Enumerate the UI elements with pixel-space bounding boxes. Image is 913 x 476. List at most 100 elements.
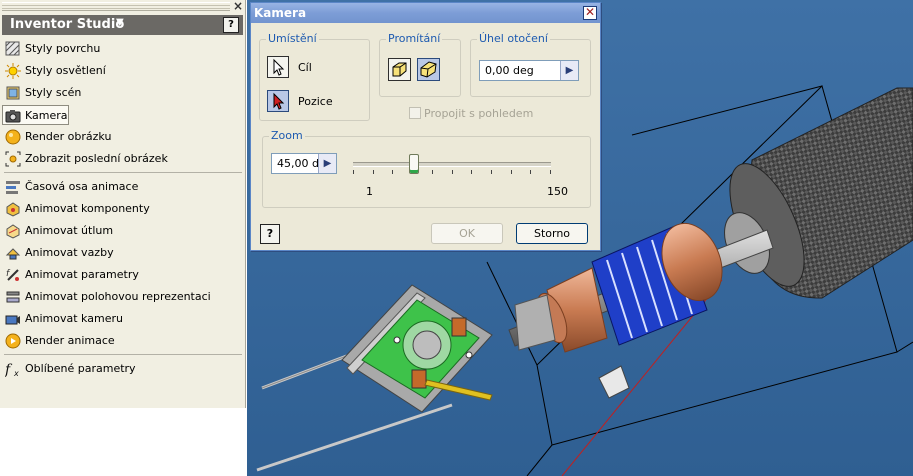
orthographic-button[interactable] <box>388 58 411 81</box>
panel-item-label: Animovat útlum <box>25 224 114 237</box>
scene-style-icon <box>5 85 21 100</box>
favorite-parameters-icon: fx <box>4 361 21 378</box>
panel-item-lighting-style[interactable]: Styly osvětlení <box>0 60 244 80</box>
panel-item-label: Render obrázku <box>25 130 112 143</box>
zoom-slider-track[interactable] <box>353 162 551 167</box>
panel-item-label: Animovat vazby <box>25 246 114 259</box>
zoom-max-label: 150 <box>547 185 568 198</box>
position-button[interactable] <box>267 90 289 112</box>
zoom-tick <box>353 170 354 174</box>
panel-item-label: Styly scén <box>25 86 82 99</box>
panel-item-label: Styly osvětlení <box>25 64 106 77</box>
placement-group-label: Umístění <box>266 32 319 45</box>
rotation-group-label: Úhel otočení <box>477 32 550 45</box>
panel-item-label: Kamera <box>25 109 68 122</box>
animate-components-icon <box>5 201 21 217</box>
zoom-value: 45,00 d <box>277 157 319 170</box>
panel-item-label: Animovat komponenty <box>25 202 150 215</box>
lighting-style-icon <box>5 63 21 79</box>
surface-style-icon <box>5 41 21 56</box>
panel-item-label: Zobrazit poslední obrázek <box>25 152 168 165</box>
dialog-close-icon[interactable]: ✕ <box>583 6 597 20</box>
panel-item-label: Styly povrchu <box>25 42 101 55</box>
animate-positional-rep-icon <box>5 289 21 304</box>
zoom-tick <box>392 170 394 174</box>
zoom-tick <box>471 170 473 174</box>
show-last-image-icon <box>5 151 21 167</box>
panel-item-favorite-parameters[interactable]: f x Oblíbené parametry <box>0 358 244 378</box>
link-view-label: Propojit s pohledem <box>424 107 534 120</box>
ok-button[interactable]: OK <box>431 223 503 244</box>
panel-grip[interactable] <box>2 2 230 11</box>
orthographic-cube-icon <box>392 62 407 77</box>
zoom-tick <box>431 170 433 174</box>
zoom-min-label: 1 <box>366 185 373 198</box>
perspective-button[interactable] <box>417 58 440 81</box>
zoom-arrow-icon[interactable]: ▶ <box>318 154 336 173</box>
zoom-tick <box>490 170 492 174</box>
panel-item-label: Časová osa animace <box>25 180 139 193</box>
camera-dialog: Kamera ✕ Umístění Cíl Pozice Promítání Ú… <box>250 2 601 251</box>
rotation-input[interactable]: 0,00 deg ▶ <box>479 60 579 81</box>
animate-parameters-icon: f <box>5 267 21 282</box>
placement-group: Umístění Cíl Pozice <box>259 32 370 121</box>
render-image-icon <box>5 129 21 145</box>
projection-group: Promítání <box>379 32 461 97</box>
dialog-title: Kamera <box>254 6 307 20</box>
svg-text:x: x <box>13 369 19 377</box>
zoom-group: Zoom 45,00 d ▶ 1 150 <box>262 129 591 208</box>
panel-separator <box>4 354 242 355</box>
camera-icon <box>5 108 21 123</box>
panel-item-animation-timeline[interactable]: Časová osa animace <box>0 176 244 196</box>
panel-item-render-image[interactable]: Render obrázku <box>0 126 244 146</box>
rotation-arrow-icon[interactable]: ▶ <box>560 61 578 80</box>
zoom-input[interactable]: 45,00 d ▶ <box>271 153 337 174</box>
projection-group-label: Promítání <box>386 32 443 45</box>
position-label: Pozice <box>298 95 333 108</box>
animation-timeline-icon <box>5 179 21 194</box>
perspective-cube-icon <box>420 61 437 78</box>
pointer-red-icon <box>273 92 285 110</box>
end-plate <box>256 284 493 472</box>
dialog-titlebar[interactable]: Kamera ✕ <box>251 3 600 23</box>
rotation-value: 0,00 deg <box>485 64 534 77</box>
render-animation-icon <box>5 333 21 349</box>
zoom-group-label: Zoom <box>269 129 305 142</box>
zoom-slider-ticks <box>353 170 551 175</box>
panel-close-icon[interactable]: × <box>233 0 243 13</box>
panel-item-label: Animovat polohovou reprezentaci <box>25 290 211 303</box>
panel-item-show-last-image[interactable]: Zobrazit poslední obrázek <box>0 148 244 168</box>
panel-item-camera[interactable]: Kamera <box>0 105 244 125</box>
panel-item-animate-positional-rep[interactable]: Animovat polohovou reprezentaci <box>0 286 244 306</box>
panel-item-animate-camera[interactable]: Animovat kameru <box>0 308 244 328</box>
panel-item-label: Render animace <box>25 334 115 347</box>
panel-dropdown-icon[interactable]: ▼ <box>116 17 124 28</box>
panel-item-animate-constraints[interactable]: Animovat vazby <box>0 242 244 262</box>
zoom-tick <box>451 170 453 174</box>
animate-constraints-icon <box>5 245 21 260</box>
panel-item-animate-parameters[interactable]: f Animovat parametry <box>0 264 244 284</box>
svg-text:f: f <box>5 362 13 377</box>
panel-item-label: Animovat kameru <box>25 312 123 325</box>
panel-item-render-animation[interactable]: Render animace <box>0 330 244 350</box>
panel-item-surface-style[interactable]: Styly povrchu <box>0 38 244 58</box>
zoom-tick <box>372 170 374 174</box>
panel-separator <box>4 172 242 173</box>
rotation-group: Úhel otočení 0,00 deg ▶ <box>470 32 591 97</box>
dialog-help-icon[interactable]: ? <box>260 224 280 244</box>
target-label: Cíl <box>298 61 312 74</box>
panel-header[interactable]: Inventor Studio ▼ ? <box>2 15 243 35</box>
panel-item-animate-fade[interactable]: Animovat útlum <box>0 220 244 240</box>
panel-item-scene-style[interactable]: Styly scén <box>0 82 244 102</box>
panel-help-icon[interactable]: ? <box>223 17 239 33</box>
link-view-checkbox[interactable] <box>409 107 421 119</box>
animate-camera-icon <box>5 311 21 326</box>
panel-title[interactable]: Inventor Studio <box>10 17 124 32</box>
target-button[interactable] <box>267 56 289 78</box>
zoom-slider-thumb[interactable] <box>409 154 420 174</box>
panel-item-animate-components[interactable]: Animovat komponenty <box>0 198 244 218</box>
cancel-button[interactable]: Storno <box>516 223 588 244</box>
zoom-tick <box>530 170 532 174</box>
motor-housing <box>724 87 913 299</box>
panel-item-label: Oblíbené parametry <box>25 362 136 375</box>
